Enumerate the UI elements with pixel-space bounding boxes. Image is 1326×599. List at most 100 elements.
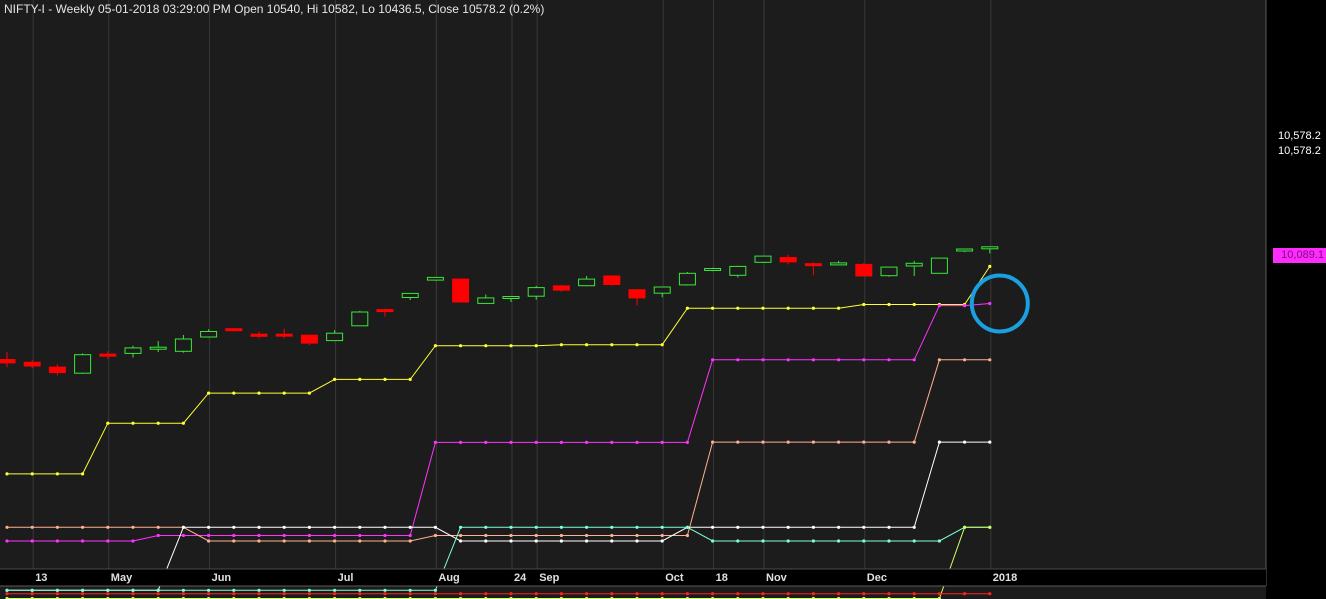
indicator-point [559,533,564,538]
indicator-point [912,592,916,596]
indicator-point [534,440,538,444]
indicator-point [282,525,286,529]
indicator-point [156,533,160,538]
indicator-point [585,440,589,444]
indicator-point [333,525,337,529]
x-axis-label: Jun [211,572,232,584]
indicator-point [358,377,362,381]
indicator-point [736,539,740,543]
indicator-point [988,264,992,268]
indicator-point [55,539,60,543]
indicator-point [534,344,538,348]
indicator-point [509,525,513,529]
x-axis-label: 18 [715,572,728,584]
indicator-point [181,421,185,425]
indicator-point [459,344,463,348]
candle-up [578,278,596,287]
indicator-point [433,588,437,592]
indicator-point [711,539,715,543]
indicator-point [912,440,916,444]
indicator-point [5,539,9,543]
candle-up [704,268,722,271]
indicator-point [811,592,816,596]
indicator-point [509,592,513,596]
candle-up [905,262,923,267]
indicator-point [433,440,437,444]
indicator-point [786,539,790,543]
indicator-point [81,588,85,592]
indicator-point [81,472,85,476]
indicator-point [307,588,311,592]
indicator-point [963,440,967,444]
indicator-point [837,592,841,596]
indicator-point [282,391,286,395]
x-axis-label: 2018 [992,572,1018,584]
candle-down [225,328,243,332]
x-axis-label: Jul [337,572,354,584]
indicator-point [610,533,614,538]
indicator-point [282,588,286,592]
indicator-point [156,525,160,529]
indicator-point [30,525,34,529]
indicator-point [408,592,412,596]
indicator-point [761,539,765,543]
indicator-point [711,440,715,444]
indicator-point [912,302,916,307]
indicator-point [887,525,891,529]
indicator-point [383,592,387,596]
indicator-point [887,592,891,596]
indicator-point [837,306,841,310]
indicator-point [257,391,261,395]
indicator-point [937,592,942,596]
candlestick-chart[interactable] [0,0,1326,599]
indicator-point [358,588,362,592]
indicator-point [207,525,211,529]
indicator-point [207,533,211,538]
indicator-point [887,302,891,307]
x-axis-label: 13 [35,572,48,584]
indicator-point [408,525,412,529]
indicator-point [912,539,916,543]
indicator-point [257,592,261,596]
indicator-point [635,533,639,538]
indicator-point [585,343,589,347]
indicator-point [81,539,85,543]
indicator-point [786,592,790,596]
candle-up [502,296,520,299]
indicator-point [811,525,816,529]
indicator-point [333,533,337,538]
indicator-point [988,440,992,444]
indicator-point [106,421,110,425]
indicator-point [509,539,513,543]
indicator-point [307,391,311,395]
indicator-point [862,525,866,529]
indicator-point [433,533,437,538]
candle-up [426,276,444,281]
indicator-point [736,358,740,362]
indicator-point [534,525,538,529]
indicator-point [711,306,715,310]
magenta-price-tag: 10,089.1 [1273,248,1326,263]
x-axis-label: Sep [539,572,560,584]
indicator-point [988,301,992,306]
indicator-point [30,588,34,592]
indicator-point [585,592,589,596]
chart-window: NIFTY-I - Weekly 05-01-2018 03:29:00 PM … [0,0,1326,599]
indicator-point [912,525,916,529]
indicator-point [383,588,387,592]
indicator-point [5,525,9,529]
indicator-point [232,533,236,538]
indicator-point [55,588,60,592]
indicator-point [534,592,538,596]
indicator-point [887,440,891,444]
indicator-point [685,306,690,310]
indicator-point [484,344,488,348]
indicator-point [408,588,412,592]
indicator-point [358,525,362,529]
indicator-point [585,533,589,538]
indicator-point [5,592,9,596]
x-axis-label: Aug [438,572,460,584]
indicator-point [736,525,740,529]
candle-up [981,246,999,250]
indicator-point [408,377,412,381]
